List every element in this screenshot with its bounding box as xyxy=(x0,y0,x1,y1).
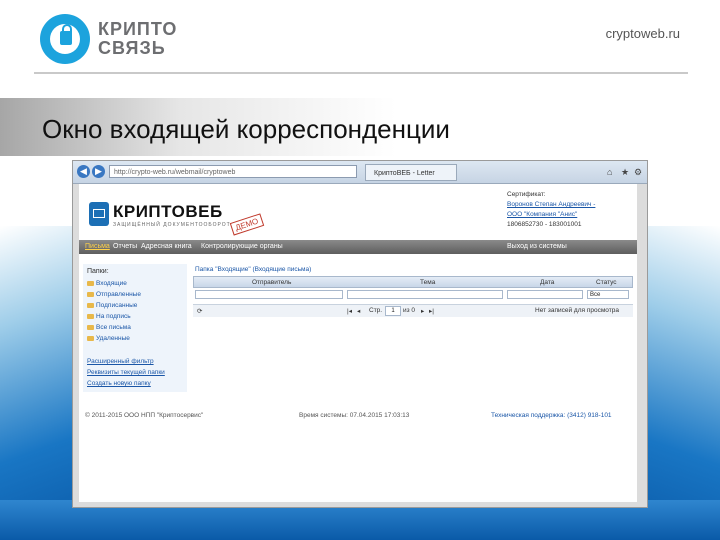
cryptoweb-logo: КРИПТОВЕБ ЗАЩИЩЁННЫЙ ДОКУМЕНТООБОРОТ ДЕМ… xyxy=(89,200,264,236)
date-filter[interactable] xyxy=(507,290,583,299)
menu-reports[interactable]: Отчеты xyxy=(113,243,137,250)
prev-page-icon[interactable]: ◂ xyxy=(357,307,360,315)
user-info: Сертификат: Воронов Степан Андреевич - О… xyxy=(507,190,633,230)
folder-signed[interactable]: Подписанные xyxy=(87,302,137,309)
back-icon[interactable]: ◀ xyxy=(77,165,90,178)
col-sender[interactable]: Отправитель xyxy=(252,279,291,286)
folder-label: Отправленные xyxy=(96,291,141,298)
home-icon[interactable]: ⌂ xyxy=(607,167,612,177)
forward-icon[interactable]: ▶ xyxy=(92,165,105,178)
last-page-icon[interactable]: ▸| xyxy=(429,307,434,315)
new-folder-link[interactable]: Создать новую папку xyxy=(87,380,151,387)
advanced-filter-link[interactable]: Расширенный фильтр xyxy=(87,358,154,365)
app-subtitle: ЗАЩИЩЁННЫЙ ДОКУМЕНТООБОРОТ xyxy=(113,222,231,228)
browser-tab[interactable]: КриптоВЕБ - Letter xyxy=(365,164,457,181)
site-url: cryptoweb.ru xyxy=(605,26,680,41)
folder-details-link[interactable]: Реквизиты текущей папки xyxy=(87,369,165,376)
folder-title: Папка "Входящие" (Входящие письма) xyxy=(195,266,312,273)
copyright: © 2011-2015 ООО НПП "Криптосервис" xyxy=(85,412,204,419)
letters-panel: Папка "Входящие" (Входящие письма) Отпра… xyxy=(193,266,633,326)
folder-all[interactable]: Все письма xyxy=(87,324,131,331)
page-of-label: из 0 xyxy=(403,307,416,314)
user-company[interactable]: ООО "Компания "Анис" xyxy=(507,210,633,220)
page-label: Стр. xyxy=(369,307,383,314)
sender-filter[interactable] xyxy=(195,290,343,299)
lock-icon xyxy=(60,24,72,45)
folder-label: На подпись xyxy=(96,313,131,320)
header-divider xyxy=(34,72,688,74)
first-page-icon[interactable]: |◂ xyxy=(347,307,352,315)
gear-icon[interactable]: ⚙ xyxy=(634,167,642,178)
pager: ⟳ |◂ ◂ Стр. 1 из 0 ▸ ▸| Нет записей для … xyxy=(193,304,633,317)
folder-icon xyxy=(87,313,94,319)
app-screenshot: ◀ ▶ http://crypto-web.ru/webmail/cryptow… xyxy=(72,160,648,508)
col-date[interactable]: Дата xyxy=(540,279,554,286)
empty-message: Нет записей для просмотра xyxy=(535,307,619,314)
user-ids: 1806852730 - 183001001 xyxy=(507,221,582,228)
menu-letters[interactable]: Письма xyxy=(85,243,110,250)
folder-label: Входящие xyxy=(96,280,127,287)
menu-address-book[interactable]: Адресная книга xyxy=(141,243,192,250)
system-time: Время системы: 07.04.2015 17:03:13 xyxy=(299,412,410,419)
folder-icon xyxy=(87,280,94,286)
status-filter-value: Все xyxy=(590,292,601,298)
refresh-icon[interactable]: ⟳ xyxy=(197,307,202,315)
folder-icon xyxy=(87,291,94,297)
next-page-icon[interactable]: ▸ xyxy=(421,307,424,315)
browser-toolbar: ◀ ▶ http://crypto-web.ru/webmail/cryptow… xyxy=(73,161,647,184)
filter-row: Все xyxy=(193,289,633,301)
logo-text: КРИПТО СВЯЗЬ xyxy=(98,20,177,58)
folder-label: Подписанные xyxy=(96,302,138,309)
folder-sidebar: Папки: Входящие Отправленные Подписанные… xyxy=(83,264,187,392)
folder-sent[interactable]: Отправленные xyxy=(87,291,141,298)
subject-filter[interactable] xyxy=(347,290,503,299)
folder-label: Все письма xyxy=(96,324,131,331)
kriptosvyaz-logo: КРИПТО СВЯЗЬ xyxy=(40,12,190,66)
decor-right xyxy=(640,226,720,540)
demo-badge: ДЕМО xyxy=(229,213,264,236)
main-menu: Письма Отчеты Адресная книга Контролирую… xyxy=(79,240,637,254)
folder-inbox[interactable]: Входящие xyxy=(87,280,127,287)
slide-title: Окно входящей корреспонденции xyxy=(42,114,450,144)
menu-logout[interactable]: Выход из системы xyxy=(507,243,567,250)
col-subject[interactable]: Тема xyxy=(420,279,435,286)
folder-to-sign[interactable]: На подпись xyxy=(87,313,131,320)
status-filter[interactable]: Все xyxy=(587,290,629,299)
app-page: КРИПТОВЕБ ЗАЩИЩЁННЫЙ ДОКУМЕНТООБОРОТ ДЕМ… xyxy=(79,184,637,502)
folders-header: Папки: xyxy=(87,268,109,275)
col-status[interactable]: Статус xyxy=(596,279,617,286)
grid-header: Отправитель Тема Дата Статус xyxy=(193,276,633,288)
folder-icon xyxy=(87,335,94,341)
app-name: КРИПТОВЕБ xyxy=(113,202,223,221)
decor-left xyxy=(0,226,72,540)
menu-regulators[interactable]: Контролирующие органы xyxy=(201,243,283,250)
logo-line-1: КРИПТО xyxy=(98,19,178,39)
folder-icon xyxy=(87,324,94,330)
user-name[interactable]: Воронов Степан Андреевич - xyxy=(507,200,633,210)
folder-label: Удаленные xyxy=(96,335,130,342)
favorites-icon[interactable]: ★ xyxy=(621,167,629,178)
logo-line-2: СВЯЗЬ xyxy=(98,38,166,58)
cert-label: Сертификат: xyxy=(507,191,546,198)
support-link[interactable]: Техническая поддержка: (3412) 918-101 xyxy=(491,412,612,419)
app-footer: © 2011-2015 ООО НПП "Криптосервис" Время… xyxy=(79,412,637,424)
envelope-icon xyxy=(89,202,109,226)
folder-icon xyxy=(87,302,94,308)
page-input[interactable]: 1 xyxy=(385,306,401,316)
folder-deleted[interactable]: Удаленные xyxy=(87,335,130,342)
address-bar[interactable]: http://crypto-web.ru/webmail/cryptoweb xyxy=(109,165,357,178)
